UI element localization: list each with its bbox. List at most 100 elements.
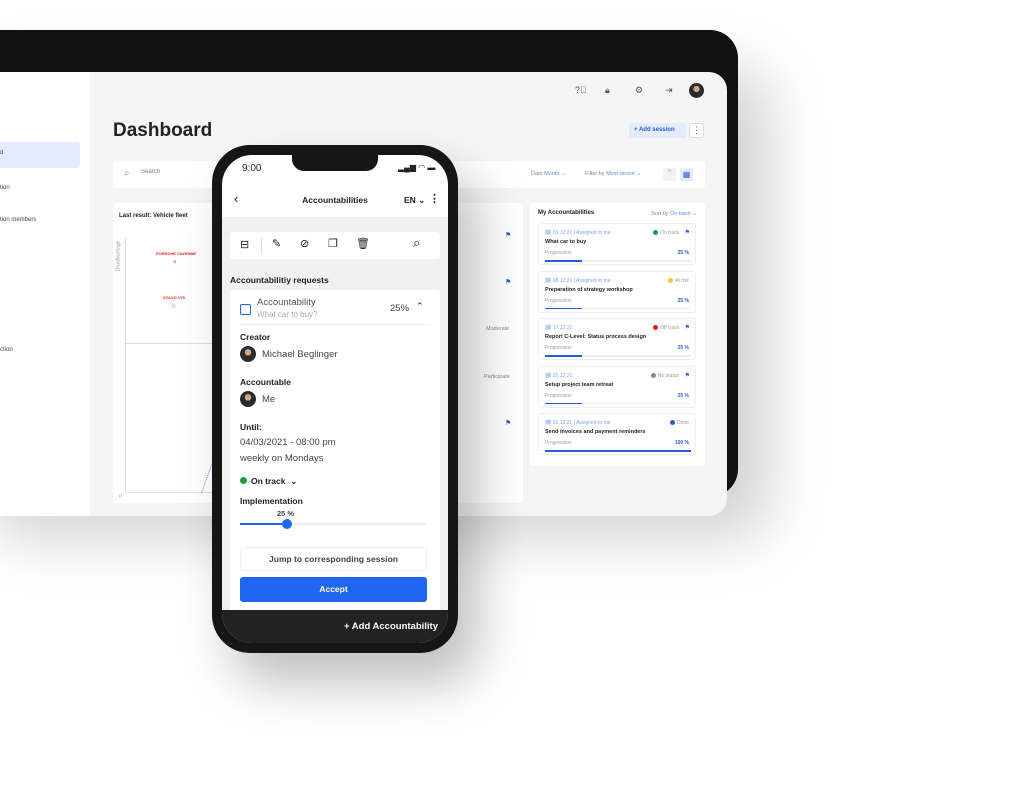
- section-title: Accountabilitiy requests: [230, 275, 329, 285]
- role-label: Moderate: [486, 326, 510, 332]
- accountability-card[interactable]: 🗓︎ 21.12.21 No status ⚑ Setup project te…: [538, 365, 696, 408]
- status-time: 9:00: [242, 163, 262, 174]
- trash-icon[interactable]: 🗑︎: [356, 237, 370, 250]
- bookmark-icon[interactable]: ⚑: [685, 229, 690, 236]
- accountable-name: Me: [262, 394, 276, 405]
- creator-label: Creator: [240, 332, 271, 342]
- logout-icon[interactable]: ⇥: [665, 85, 673, 96]
- lock-icon[interactable]: 🔒︎: [605, 85, 610, 96]
- edit-icon[interactable]: ✎: [272, 237, 281, 250]
- card-status: Off track: [653, 325, 679, 331]
- point-marker-star[interactable]: ☆: [171, 303, 176, 310]
- copy-icon[interactable]: ❐: [328, 237, 338, 250]
- card-title: Setup project team retreat: [545, 381, 614, 388]
- card-title: Report C-Level: Status process design: [545, 334, 647, 340]
- progress-value: 25 %: [677, 250, 689, 256]
- accountability-card[interactable]: 🗓︎ 03.12.21 | Assigned to me On track ⚑ …: [538, 223, 696, 265]
- card-title: Preparation of strategy workshop: [545, 286, 633, 293]
- search-icon[interactable]: ⌕: [413, 235, 420, 251]
- progress-bar: [545, 260, 691, 262]
- origin-tick: 0: [119, 494, 122, 500]
- more-options-button[interactable]: ⋮: [689, 123, 704, 138]
- sidebar-item-dashboard[interactable]: d: [0, 142, 80, 168]
- y-axis-label: Disadvantage: [115, 240, 122, 272]
- card-status: On track: [653, 230, 679, 236]
- progress-bar: [545, 402, 691, 404]
- page-title: Dashboard: [113, 120, 213, 141]
- jump-to-session-button[interactable]: Jump to corresponding session: [240, 547, 427, 571]
- bottom-bar: + Add Accountability: [222, 610, 448, 643]
- bookmark-icon[interactable]: ⚑: [685, 324, 690, 331]
- add-session-button[interactable]: + Add session: [629, 123, 686, 138]
- role-label: Participate: [484, 374, 510, 380]
- avatar: [240, 391, 256, 407]
- y-axis: [125, 238, 126, 493]
- card-status: Done: [670, 420, 689, 426]
- sidebar: d tion tion members ction: [0, 72, 90, 516]
- grid-view-icon[interactable]: ▦: [680, 168, 693, 181]
- bookmark-icon[interactable]: ⚑: [505, 231, 511, 239]
- card-title: Send invoices and payment reminders: [545, 429, 646, 435]
- accountability-card[interactable]: 🗓︎ 08.12.21 | Assigned to me At risk Pre…: [538, 270, 696, 313]
- avatar[interactable]: [689, 83, 704, 98]
- status-dot: [653, 230, 659, 235]
- checkbox[interactable]: [240, 304, 251, 315]
- notch: [292, 155, 378, 171]
- accountable-label: Accountable: [240, 377, 292, 387]
- bookmark-icon[interactable]: ⚑: [505, 278, 511, 286]
- implementation-slider[interactable]: [240, 519, 427, 529]
- until-label: Until:: [240, 422, 262, 432]
- sort-dropdown[interactable]: Sort by On track ⌄: [651, 211, 697, 217]
- date-filter[interactable]: Date Month ⌄: [531, 171, 566, 177]
- divider: [261, 238, 262, 253]
- more-icon[interactable]: ⋮: [429, 192, 440, 205]
- progress-value: 25 %: [677, 345, 689, 351]
- add-accountability-button[interactable]: + Add Accountability: [344, 621, 438, 632]
- until-date: 04/03/2021 - 08:00 pm: [240, 437, 336, 448]
- sort-filter[interactable]: Filter by Most recent ⌄: [585, 171, 641, 177]
- sidebar-item-session[interactable]: tion: [0, 185, 10, 191]
- phone-body: ⊟ ✎ ⊘ ❐ 🗑︎ ⌕ Accountabilitiy requests Ac…: [222, 217, 448, 620]
- card-title: What car to buy: [545, 239, 587, 245]
- bookmark-icon[interactable]: ⚑: [505, 419, 511, 427]
- phone-screen: 9:00 ▂▄▆ ◠ ▬ ‹ Accountabilities EN ⌄ ⋮ ⊟…: [222, 155, 448, 643]
- progress-value: 25 %: [677, 392, 689, 399]
- link-icon[interactable]: ⊘: [300, 237, 309, 250]
- signal-wifi-battery-icon: ▂▄▆ ◠ ▬: [398, 163, 436, 172]
- search-icon: ⌕: [124, 168, 130, 179]
- avatar: [240, 346, 256, 362]
- slider-handle[interactable]: [281, 519, 292, 529]
- progress-bar: [545, 355, 691, 357]
- accountability-card[interactable]: 🗓︎ 01.12.21 | Assigned to me Done Send i…: [538, 413, 696, 455]
- status-dropdown[interactable]: On track ⌄: [240, 476, 297, 487]
- sidebar-item-section[interactable]: ction: [0, 347, 13, 353]
- accountabilities-panel: My Accountabilities Sort by On track ⌄ 🗓…: [530, 203, 705, 466]
- progress-value: 100 %: [674, 440, 689, 446]
- collapse-icon[interactable]: ⊟: [240, 238, 249, 251]
- card-status: At risk: [668, 277, 689, 284]
- panel-title: My Accountabilities: [538, 210, 595, 216]
- progress-label: Progression: [545, 250, 572, 256]
- status-dot: [650, 372, 656, 378]
- chevron-up-icon[interactable]: ⌃: [416, 301, 424, 312]
- toolbar: ⊟ ✎ ⊘ ❐ 🗑︎ ⌕: [230, 232, 440, 259]
- card-date: 🗓︎ 01.12.21 | Assigned to me: [545, 420, 611, 426]
- result-title: Last result: Vehicle fleet: [119, 213, 188, 219]
- progress-label: Progression: [545, 345, 572, 351]
- list-view-icon[interactable]: ≡: [663, 168, 676, 181]
- phone-frame: 9:00 ▂▄▆ ◠ ▬ ‹ Accountabilities EN ⌄ ⋮ ⊟…: [212, 145, 458, 653]
- bookmark-icon[interactable]: ⚑: [685, 372, 690, 379]
- card-status: No status: [650, 372, 679, 379]
- accountability-card[interactable]: 🗓︎ 17.12.21 Off track ⚑ Report C-Level: …: [538, 318, 696, 360]
- x-axis: [125, 492, 225, 493]
- status-dot: [670, 420, 676, 425]
- accept-button[interactable]: Accept: [240, 577, 427, 602]
- sidebar-item-members[interactable]: tion members: [0, 217, 36, 223]
- progress-bar: [545, 307, 691, 309]
- language-dropdown[interactable]: EN ⌄: [404, 195, 425, 206]
- gear-icon[interactable]: ⚙: [635, 85, 643, 96]
- point-marker-x[interactable]: ×: [173, 260, 177, 266]
- card-date: 🗓︎ 21.12.21: [545, 372, 573, 379]
- card-date: 🗓︎ 03.12.21 | Assigned to me: [545, 230, 611, 236]
- help-icon[interactable]: ?⃝: [575, 85, 587, 95]
